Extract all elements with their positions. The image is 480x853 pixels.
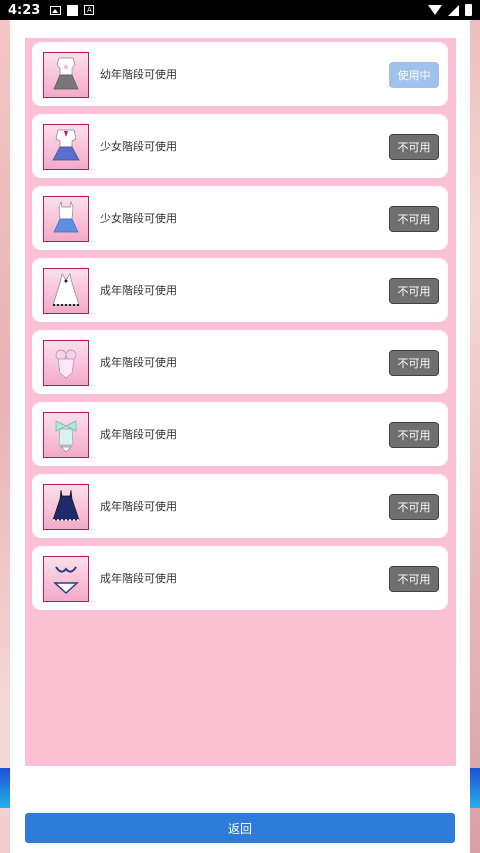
outfit-stage-label: 成年階段可使用 [100,284,177,297]
outfit-item: 少女階段可使用 不可用 [32,114,448,178]
navy-dress-icon [52,489,80,521]
white-dress-icon [53,57,79,90]
outfit-item: 少女階段可使用 不可用 [32,186,448,250]
outfit-stage-label: 成年階段可使用 [100,572,177,585]
a-notification-icon: A [84,5,95,15]
background-edge-right [470,768,480,808]
outfit-stage-label: 少女階段可使用 [100,212,177,225]
outfit-list[interactable]: 幼年階段可使用 使用中 少女階段可使用 不可用 少女階段可使用 不可用 成年階段… [25,38,456,766]
outfit-thumbnail [43,124,89,170]
outfit-thumbnail [43,196,89,242]
outfit-item: 成年階段可使用 不可用 [32,330,448,394]
outfit-stage-label: 成年階段可使用 [100,356,177,369]
outfit-thumbnail [43,340,89,386]
outfit-item: 成年階段可使用 不可用 [32,258,448,322]
bow-camisole-icon [55,420,77,453]
unavailable-button[interactable]: 不可用 [389,566,439,592]
outfit-thumbnail [43,52,89,98]
lingerie-icon [55,349,77,379]
outfit-thumbnail [43,556,89,602]
unavailable-button[interactable]: 不可用 [389,278,439,304]
unavailable-button[interactable]: 不可用 [389,134,439,160]
outfit-dialog: 幼年階段可使用 使用中 少女階段可使用 不可用 少女階段可使用 不可用 成年階段… [10,20,470,853]
status-bar: 4:23 A [0,0,480,20]
outfit-item: 成年階段可使用 不可用 [32,474,448,538]
signal-icon [448,4,459,16]
outfit-item: 成年階段可使用 不可用 [32,402,448,466]
background-edge-left [0,768,10,808]
outfit-thumbnail [43,268,89,314]
outfit-thumbnail [43,484,89,530]
outfit-stage-label: 成年階段可使用 [100,500,177,513]
bikini-icon [53,566,79,595]
outfit-item: 成年階段可使用 不可用 [32,546,448,610]
return-button[interactable]: 返回 [25,813,455,843]
unavailable-button[interactable]: 不可用 [389,350,439,376]
unavailable-button[interactable]: 不可用 [389,206,439,232]
outfit-thumbnail [43,412,89,458]
wifi-icon [428,5,442,15]
outfit-stage-label: 少女階段可使用 [100,140,177,153]
outfit-stage-label: 幼年階段可使用 [100,68,177,81]
camisole-skirt-icon [53,200,79,233]
status-time: 4:23 [8,2,41,18]
unavailable-button[interactable]: 不可用 [389,494,439,520]
battery-icon [465,4,472,16]
outfit-stage-label: 成年階段可使用 [100,428,177,441]
sailor-uniform-icon [52,129,80,161]
square-notification-icon [67,4,79,16]
in-use-button[interactable]: 使用中 [389,62,439,88]
white-nightgown-icon [52,273,80,306]
image-notification-icon [50,5,62,15]
outfit-item: 幼年階段可使用 使用中 [32,42,448,106]
unavailable-button[interactable]: 不可用 [389,422,439,448]
